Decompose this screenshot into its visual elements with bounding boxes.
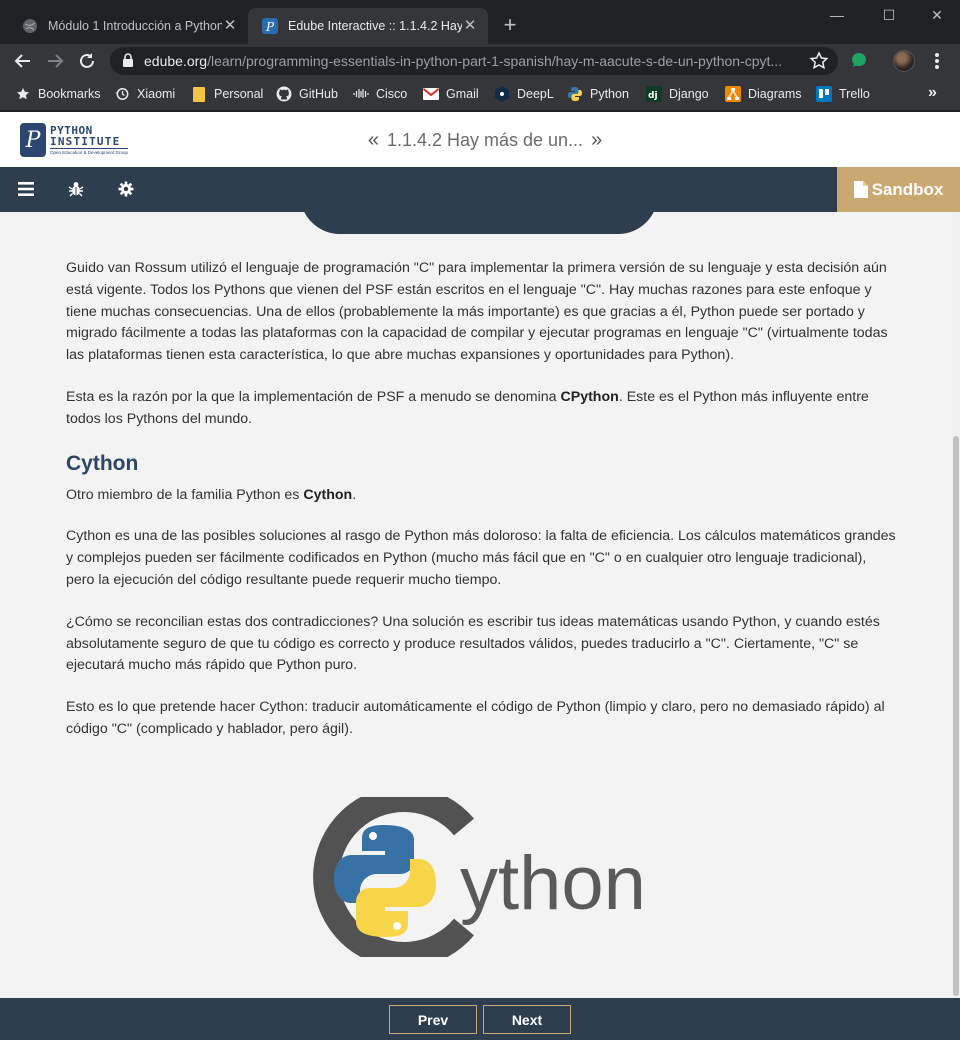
svg-text:dj: dj	[648, 91, 658, 101]
prev-button[interactable]: Prev	[389, 1005, 477, 1034]
lesson-title: 1.1.4.2 Hay más de un...	[386, 129, 584, 150]
cpython-term: CPython	[560, 388, 619, 405]
bookmark-label: Python	[590, 87, 629, 101]
bookmark-label: Diagrams	[748, 87, 802, 101]
logo-line2: INSTITUTE	[50, 136, 129, 149]
lock-icon	[122, 52, 136, 70]
profile-avatar[interactable]	[893, 50, 915, 72]
bookmark-cisco[interactable]: Cisco	[353, 85, 407, 103]
logo-tagline: Open Education & Development Group	[50, 149, 129, 155]
paragraph-6: Esto es lo que pretende hacer Cython: tr…	[66, 699, 885, 737]
bookmark-python[interactable]: Python	[567, 85, 629, 103]
course-toolbar: Sandbox	[0, 167, 960, 212]
bookmark-xiaomi[interactable]: Xiaomi	[114, 85, 175, 103]
bookmark-label: GitHub	[299, 87, 338, 101]
globe-icon	[22, 18, 38, 34]
reload-icon[interactable]	[73, 47, 101, 75]
scrollbar-thumb[interactable]	[953, 436, 959, 996]
next-button[interactable]: Next	[483, 1005, 571, 1034]
bookmark-label: Cisco	[376, 87, 408, 101]
bookmark-gmail[interactable]: Gmail	[423, 85, 479, 103]
menu-dots-icon[interactable]	[927, 50, 947, 72]
paragraph-4: Cython es una de las posibles soluciones…	[66, 528, 896, 588]
python-institute-logo[interactable]: P PYTHON INSTITUTE Open Education & Deve…	[20, 121, 150, 159]
lesson-content: Guido van Rossum utilizó el lenguaje de …	[0, 212, 960, 998]
cisco-icon	[353, 86, 369, 102]
section-heading: Cython	[66, 451, 139, 475]
url-host: edube.org	[144, 53, 208, 69]
close-tab-icon[interactable]: ✕	[222, 18, 238, 34]
logo-badge-icon: P	[20, 123, 46, 157]
sandbox-label: Sandbox	[871, 179, 944, 199]
bookmark-label: Gmail	[446, 87, 479, 101]
tab-modulo-1[interactable]: Módulo 1 Introducción a Python ✕	[8, 8, 248, 44]
bookmark-personal[interactable]: Personal	[191, 85, 263, 103]
site-header: P PYTHON INSTITUTE Open Education & Deve…	[0, 112, 960, 167]
lesson-article: Guido van Rossum utilizó el lenguaje de …	[66, 258, 896, 761]
gmail-icon	[423, 86, 439, 102]
github-icon	[276, 86, 292, 102]
address-bar[interactable]: edube.org/learn/programming-essentials-i…	[110, 47, 838, 75]
bookmark-label: Personal	[214, 87, 264, 101]
bookmark-bookmarks[interactable]: Bookmarks	[15, 85, 101, 103]
extension-icon[interactable]	[851, 52, 867, 68]
next-lesson-arrow[interactable]: »	[583, 129, 610, 152]
cython-logo: ython	[292, 786, 672, 968]
svg-text:P: P	[265, 20, 275, 34]
tab-title: Edube Interactive :: 1.1.4.2 Hay m	[288, 19, 462, 33]
bookmark-django[interactable]: dj Django	[646, 85, 709, 103]
sandbox-button[interactable]: Sandbox	[837, 167, 960, 212]
scrollbar[interactable]	[952, 212, 960, 998]
paragraph-5: ¿Cómo se reconcilian estas dos contradic…	[66, 613, 880, 674]
bookmark-star-icon[interactable]	[808, 50, 830, 72]
forward-icon[interactable]	[41, 47, 69, 75]
python-icon	[567, 86, 583, 102]
paragraph-2: Esta es la razón por la que la implement…	[66, 388, 869, 427]
close-window-icon[interactable]: ✕	[922, 4, 952, 28]
django-icon: dj	[646, 86, 662, 102]
lesson-footer: Prev Next	[0, 998, 960, 1040]
gear-icon[interactable]	[116, 179, 136, 199]
trello-icon	[816, 86, 832, 102]
url-path: /learn/programming-essentials-in-python-…	[207, 53, 783, 69]
bookmark-github[interactable]: GitHub	[276, 85, 338, 103]
bookmark-label: Trello	[839, 87, 870, 101]
bookmark-label: DeepL	[517, 87, 554, 101]
deepl-icon	[494, 86, 510, 102]
tab-edube[interactable]: P Edube Interactive :: 1.1.4.2 Hay m ✕	[248, 8, 488, 44]
diagrams-icon	[725, 86, 741, 102]
python-institute-favicon-icon: P	[262, 18, 278, 34]
bookmark-label: Bookmarks	[38, 87, 101, 101]
bookmarks-overflow-icon[interactable]: »	[928, 84, 937, 102]
maximize-icon[interactable]: ☐	[874, 4, 904, 28]
bug-icon[interactable]	[66, 179, 86, 199]
back-icon[interactable]	[9, 47, 37, 75]
paragraph-1: Guido van Rossum utilizó el lenguaje de …	[66, 260, 888, 364]
bookmark-deepl[interactable]: DeepL	[494, 85, 554, 103]
decorative-tab-shape	[300, 212, 658, 234]
prev-lesson-arrow[interactable]: «	[360, 129, 387, 152]
bookmark-label: Django	[669, 87, 709, 101]
star-icon	[15, 86, 31, 102]
tab-strip: Módulo 1 Introducción a Python ✕ P Edube…	[0, 0, 960, 44]
document-icon	[853, 181, 868, 198]
lesson-nav: « 1.1.4.2 Hay más de un... »	[340, 128, 630, 152]
minimize-icon[interactable]: —	[822, 4, 852, 28]
folder-icon	[191, 86, 207, 102]
bookmark-trello[interactable]: Trello	[816, 85, 870, 103]
bookmark-label: Xiaomi	[137, 87, 176, 101]
paragraph-3: Otro miembro de la familia Python es Cyt…	[66, 486, 357, 503]
history-icon	[114, 86, 130, 102]
bookmarks-bar: Bookmarks Xiaomi Personal GitHub Cisco G…	[0, 78, 960, 111]
bookmark-diagrams[interactable]: Diagrams	[725, 85, 802, 103]
new-tab-icon[interactable]: +	[498, 14, 522, 38]
browser-toolbar: edube.org/learn/programming-essentials-i…	[0, 44, 960, 78]
cython-logo-text: ython	[460, 841, 646, 926]
hamburger-menu-icon[interactable]	[16, 179, 36, 199]
close-tab-icon[interactable]: ✕	[462, 18, 478, 34]
tab-title: Módulo 1 Introducción a Python	[48, 19, 222, 33]
cython-term: Cython	[303, 486, 353, 503]
